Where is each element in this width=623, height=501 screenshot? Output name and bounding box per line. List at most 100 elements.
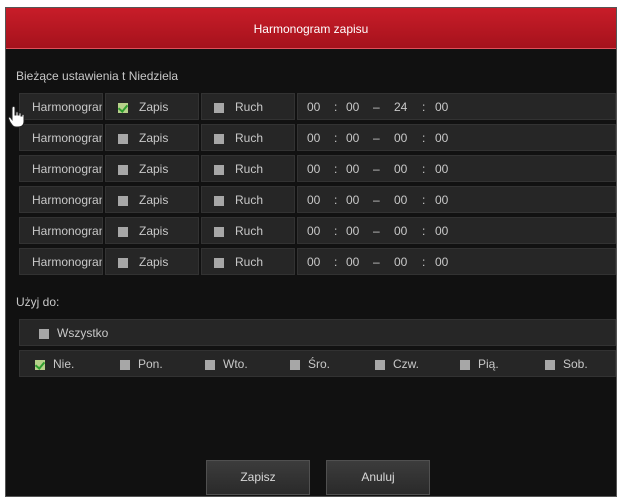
day-checkbox[interactable]: Pią. [460, 351, 540, 378]
time-separator: : [422, 131, 426, 145]
start-hour-field[interactable]: 00 [307, 156, 320, 183]
schedule-row: Harmonogram Zapis Ruch 00 : 00 – 00 : 00 [19, 186, 616, 213]
motion-checkbox[interactable]: Ruch [201, 155, 295, 182]
motion-checkbox[interactable]: Ruch [201, 93, 295, 120]
start-minute-field[interactable]: 00 [346, 156, 359, 183]
range-separator: – [373, 224, 380, 238]
end-minute-field[interactable]: 00 [435, 218, 448, 245]
checkbox-icon[interactable] [290, 360, 300, 370]
time-separator: : [334, 100, 338, 114]
checkbox-icon[interactable] [214, 165, 224, 175]
end-minute-field[interactable]: 00 [435, 249, 448, 276]
motion-label: Ruch [235, 100, 264, 114]
day-checkbox[interactable]: Śro. [290, 351, 370, 378]
range-separator: – [373, 193, 380, 207]
motion-label: Ruch [235, 131, 264, 145]
checkbox-icon[interactable] [214, 227, 224, 237]
day-checkbox[interactable]: Wto. [205, 351, 285, 378]
time-separator: : [422, 193, 426, 207]
end-hour-field[interactable]: 00 [394, 218, 407, 245]
checkbox-icon[interactable] [460, 360, 470, 370]
record-label: Zapis [139, 131, 169, 145]
schedule-row: Harmonogram Zapis Ruch 00 : 00 – 00 : 00 [19, 217, 616, 244]
motion-checkbox[interactable]: Ruch [201, 186, 295, 213]
motion-checkbox[interactable]: Ruch [201, 217, 295, 244]
day-label: Czw. [393, 357, 420, 371]
checkbox-icon[interactable] [205, 360, 215, 370]
record-checkbox[interactable]: Zapis [105, 186, 199, 213]
checkbox-icon[interactable] [375, 360, 385, 370]
start-minute-field[interactable]: 00 [346, 218, 359, 245]
day-label: Pią. [478, 357, 499, 371]
record-checkbox[interactable]: Zapis [105, 248, 199, 275]
save-button[interactable]: Zapisz [206, 460, 310, 495]
schedule-label: Harmonogram [19, 155, 103, 182]
time-separator: : [334, 131, 338, 145]
checkbox-icon[interactable] [214, 258, 224, 268]
record-checkbox[interactable]: Zapis [105, 217, 199, 244]
day-checkbox[interactable]: Nie. [35, 351, 115, 378]
select-all-label: Wszystko [57, 326, 109, 340]
time-separator: : [334, 255, 338, 269]
checkbox-icon[interactable] [118, 227, 128, 237]
schedule-row: Harmonogram Zapis Ruch 00 : 00 – 00 : 00 [19, 155, 616, 182]
checkbox-icon[interactable] [545, 360, 555, 370]
checkbox-icon[interactable] [214, 134, 224, 144]
checkbox-icon[interactable] [118, 103, 128, 113]
start-hour-field[interactable]: 00 [307, 125, 320, 152]
start-hour-field[interactable]: 00 [307, 249, 320, 276]
motion-checkbox[interactable]: Ruch [201, 124, 295, 151]
start-hour-field[interactable]: 00 [307, 94, 320, 121]
schedule-label: Harmonogram [19, 124, 103, 151]
end-hour-field[interactable]: 00 [394, 125, 407, 152]
motion-label: Ruch [235, 162, 264, 176]
day-checkbox[interactable]: Sob. [545, 351, 623, 378]
record-checkbox[interactable]: Zapis [105, 93, 199, 120]
schedule-row: Harmonogram Zapis Ruch 00 : 00 – 24 : 00 [19, 93, 616, 120]
checkbox-icon[interactable] [118, 196, 128, 206]
day-checkbox[interactable]: Pon. [120, 351, 200, 378]
day-label: Śro. [308, 357, 331, 371]
start-minute-field[interactable]: 00 [346, 125, 359, 152]
record-checkbox[interactable]: Zapis [105, 155, 199, 182]
checkbox-icon[interactable] [118, 165, 128, 175]
checkbox-icon[interactable] [39, 329, 49, 339]
time-separator: : [422, 224, 426, 238]
start-hour-field[interactable]: 00 [307, 218, 320, 245]
start-hour-field[interactable]: 00 [307, 187, 320, 214]
time-range: 00 : 00 – 00 : 00 [297, 248, 616, 275]
time-separator: : [334, 162, 338, 176]
cancel-button[interactable]: Anuluj [326, 460, 430, 495]
checkbox-icon[interactable] [35, 360, 45, 370]
checkbox-icon[interactable] [118, 134, 128, 144]
start-minute-field[interactable]: 00 [346, 94, 359, 121]
range-separator: – [373, 255, 380, 269]
time-range: 00 : 00 – 00 : 00 [297, 217, 616, 244]
end-minute-field[interactable]: 00 [435, 156, 448, 183]
checkbox-icon[interactable] [214, 103, 224, 113]
motion-checkbox[interactable]: Ruch [201, 248, 295, 275]
end-hour-field[interactable]: 00 [394, 156, 407, 183]
checkbox-icon[interactable] [118, 258, 128, 268]
record-label: Zapis [139, 100, 169, 114]
end-minute-field[interactable]: 00 [435, 125, 448, 152]
start-minute-field[interactable]: 00 [346, 187, 359, 214]
end-hour-field[interactable]: 24 [394, 94, 407, 121]
record-label: Zapis [139, 162, 169, 176]
time-separator: : [422, 100, 426, 114]
checkbox-icon[interactable] [120, 360, 130, 370]
time-separator: : [422, 162, 426, 176]
end-hour-field[interactable]: 00 [394, 187, 407, 214]
schedule-label: Harmonogram [19, 93, 103, 120]
record-label: Zapis [139, 255, 169, 269]
time-separator: : [422, 255, 426, 269]
schedule-label: Harmonogram [19, 217, 103, 244]
record-checkbox[interactable]: Zapis [105, 124, 199, 151]
end-minute-field[interactable]: 00 [435, 94, 448, 121]
day-checkbox[interactable]: Czw. [375, 351, 455, 378]
apply-to-label: Użyj do: [16, 295, 60, 309]
checkbox-icon[interactable] [214, 196, 224, 206]
start-minute-field[interactable]: 00 [346, 249, 359, 276]
end-minute-field[interactable]: 00 [435, 187, 448, 214]
end-hour-field[interactable]: 00 [394, 249, 407, 276]
